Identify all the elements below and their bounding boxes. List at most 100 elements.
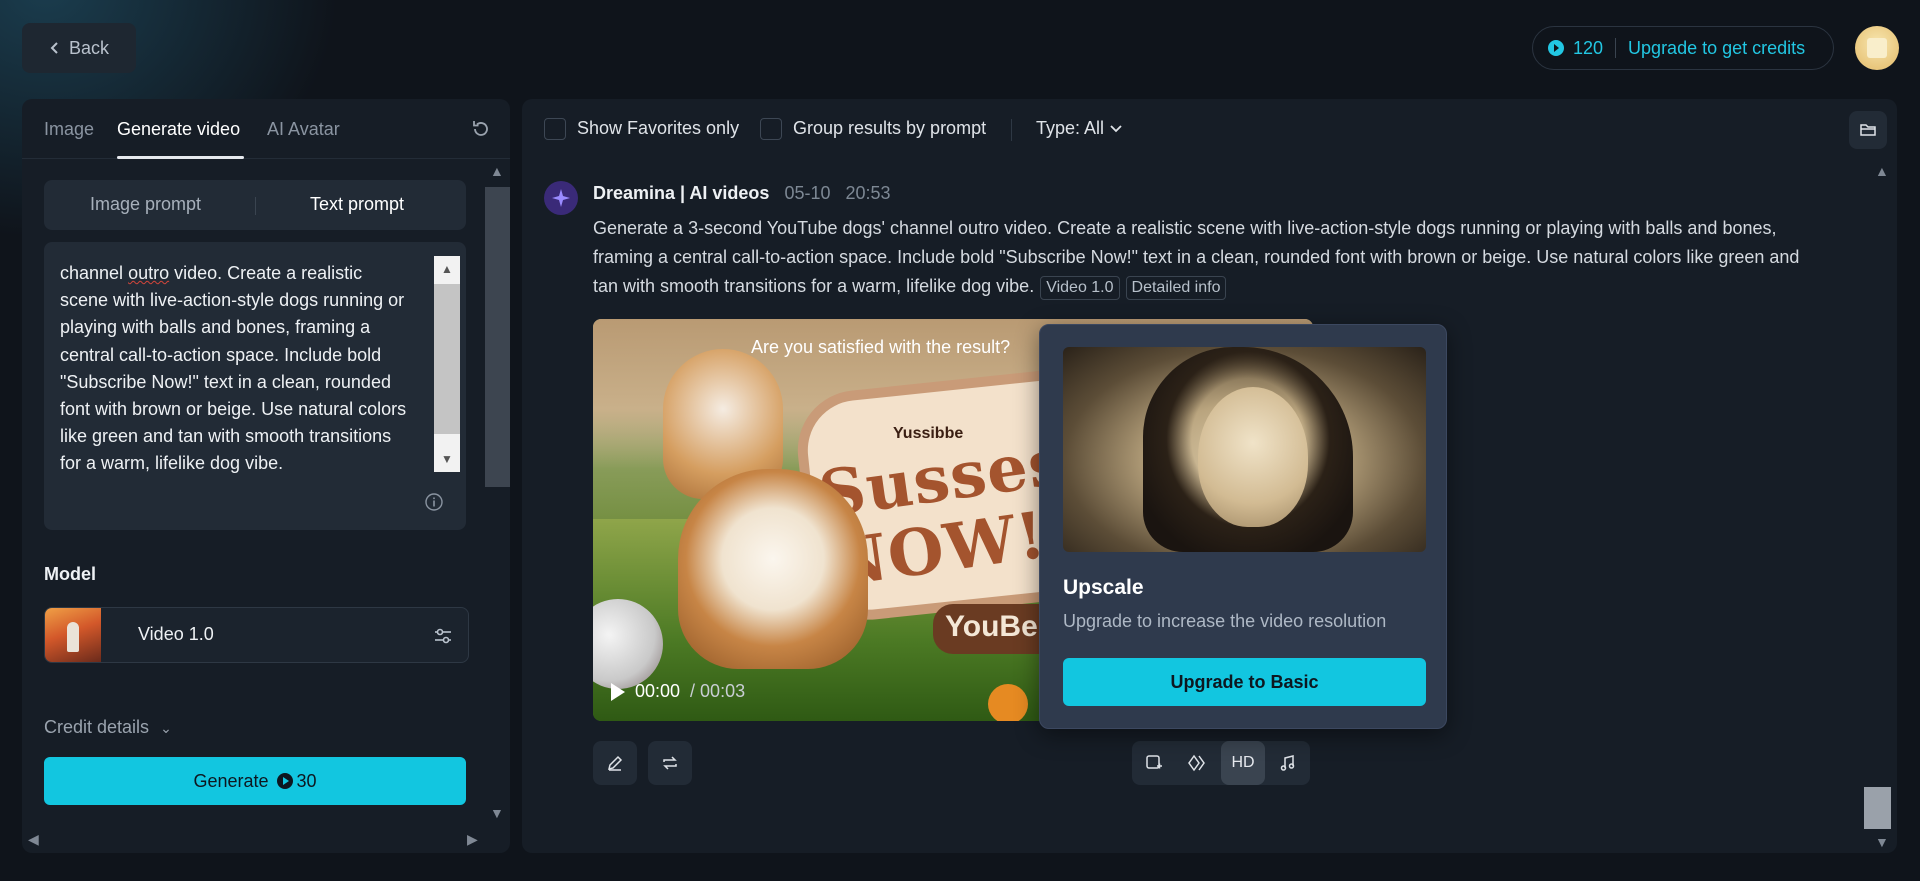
credit-details-label: Credit details (44, 717, 150, 737)
preview-face (1198, 387, 1308, 527)
video-dog-front (678, 469, 868, 669)
image-prompt-option[interactable]: Image prompt (90, 194, 201, 215)
extend-video-button[interactable] (1132, 741, 1176, 785)
upgrade-credits-link[interactable]: Upgrade to get credits (1628, 38, 1805, 59)
credit-count: 120 (1573, 37, 1604, 58)
settings-sliders-icon[interactable] (431, 624, 455, 648)
chevron-down-icon: ⌄ (160, 720, 172, 736)
play-icon[interactable] (611, 682, 625, 701)
left-scroll-right-icon[interactable]: ▶ (467, 831, 478, 848)
prompt-mode-divider (255, 197, 256, 215)
credits-divider (1615, 38, 1617, 58)
filter-divider (1011, 119, 1012, 141)
message-date: 05-10 (784, 183, 831, 203)
results-scroll-down-icon[interactable]: ▼ (1875, 834, 1889, 850)
message-prompt-line: framing a central call-to-action space. … (593, 247, 1800, 267)
model-label: Model (44, 564, 96, 584)
tab-generate-video[interactable]: Generate video (117, 119, 240, 140)
music-note-icon (1280, 755, 1295, 771)
video-duration: / 00:03 (690, 681, 746, 701)
upgrade-basic-button[interactable]: Upgrade to Basic (1063, 658, 1426, 706)
video-controls: 00:00 / 00:03 (611, 681, 745, 702)
prompt-line: video. Create a realistic (169, 263, 363, 283)
folder-button[interactable] (1849, 111, 1887, 149)
prompt-line: "Subscribe Now!" text in a clean, rounde… (60, 371, 391, 392)
chevron-left-icon (50, 42, 58, 54)
prompt-textarea[interactable]: channel outro video. Create a realistic … (44, 242, 466, 530)
video-ball (988, 684, 1028, 721)
satisfaction-prompt: Are you satisfied with the result? (751, 337, 1011, 357)
left-scroll-up-icon[interactable]: ▲ (490, 163, 504, 179)
textarea-scrollbar[interactable]: ▲ ▼ (434, 256, 460, 472)
user-avatar[interactable] (1855, 26, 1899, 70)
message-time: 20:53 (845, 183, 891, 203)
generate-button[interactable]: Generate 30 (44, 757, 466, 805)
upscale-popover: Upscale Upgrade to increase the video re… (1039, 324, 1447, 729)
message-header: Dreamina | AI videos 05-10 20:53 (593, 183, 891, 204)
active-tab-indicator (117, 156, 244, 159)
message-prompt-line: Generate a 3-second YouTube dogs' channe… (593, 218, 1777, 238)
misspelled-word: outro (128, 263, 170, 283)
text-prompt-option[interactable]: Text prompt (310, 194, 404, 215)
info-icon[interactable] (424, 492, 444, 512)
left-panel: Image Generate video AI Avatar ▲ ▼ ◀ ▶ I… (22, 99, 510, 853)
folder-icon (1860, 124, 1876, 136)
prompt-line: playing with balls and bones, framing a (60, 317, 371, 338)
tab-image[interactable]: Image (44, 119, 94, 140)
chevron-down-icon (1110, 124, 1122, 132)
prompt-line: font with brown or beige. Use natural co… (60, 399, 407, 420)
type-dropdown-label: Type: All (1036, 118, 1105, 138)
back-button[interactable]: Back (22, 23, 136, 73)
edit-button[interactable] (593, 741, 637, 785)
hd-upscale-button[interactable]: HD (1221, 741, 1265, 785)
left-scroll-down-icon[interactable]: ▼ (490, 805, 504, 821)
prompt-line: scene with live-action-style dogs runnin… (60, 290, 405, 311)
group-prompt-label: Group results by prompt (793, 118, 987, 138)
credit-coin-icon (1548, 40, 1564, 56)
message-author: Dreamina | AI videos (593, 183, 770, 203)
video-current-time: 00:00 (635, 681, 681, 701)
video-tools: HD (1132, 741, 1310, 785)
avatar-image (1867, 38, 1887, 58)
model-tag[interactable]: Video 1.0 (1040, 276, 1120, 300)
filter-bar: Show Favorites only Group results by pro… (522, 99, 1897, 159)
textarea-scrollbar-thumb[interactable] (434, 284, 460, 434)
repeat-icon (663, 756, 677, 770)
add-sound-button[interactable] (1266, 741, 1310, 785)
back-label: Back (68, 37, 110, 58)
model-name: Video 1.0 (138, 624, 214, 644)
tab-ai-avatar[interactable]: AI Avatar (267, 119, 340, 140)
prompt-line: central call-to-action space. Include bo… (60, 344, 382, 365)
refresh-icon[interactable] (469, 117, 493, 141)
pencil-icon (607, 755, 623, 771)
popover-description: Upgrade to increase the video resolution (1063, 611, 1387, 631)
message-prompt: Generate a 3-second YouTube dogs' channe… (593, 214, 1858, 301)
results-scrollbar-thumb[interactable] (1864, 787, 1891, 829)
favorites-checkbox[interactable] (544, 118, 566, 140)
credits-box: 120 Upgrade to get credits (1532, 26, 1834, 70)
model-selector[interactable]: Video 1.0 (44, 607, 469, 663)
generate-cost: 30 (276, 770, 317, 792)
prompt-mode-toggle: Image prompt Text prompt (44, 180, 466, 230)
type-dropdown[interactable]: Type: All (1036, 118, 1122, 139)
frame-plus-icon (1146, 755, 1162, 769)
credit-details-toggle[interactable]: Credit details ⌄ (44, 717, 172, 738)
left-scroll-left-icon[interactable]: ◀ (28, 831, 39, 848)
group-prompt-checkbox[interactable] (760, 118, 782, 140)
prompt-line: like green and tan with smooth transitio… (60, 426, 392, 447)
mode-tabs: Image Generate video AI Avatar (22, 99, 510, 159)
textarea-scroll-up-icon[interactable]: ▲ (434, 256, 460, 282)
interpolate-button[interactable] (1176, 741, 1220, 785)
textarea-scroll-down-icon[interactable]: ▼ (434, 446, 460, 472)
prompt-line: for a warm, lifelike dog vibe. (60, 453, 284, 474)
left-scrollbar-thumb[interactable] (485, 187, 510, 487)
diamond-icon (1188, 754, 1205, 772)
message-prompt-line: tan with smooth transitions for a warm, … (593, 276, 1035, 296)
prompt-line: channel (60, 263, 129, 283)
regenerate-button[interactable] (648, 741, 692, 785)
credit-coin-icon (276, 773, 293, 789)
prompt-text: channel outro video. Create a realistic … (60, 260, 420, 478)
detailed-info-tag[interactable]: Detailed info (1125, 276, 1227, 300)
generate-cost-value: 30 (296, 770, 317, 791)
results-scroll-up-icon[interactable]: ▲ (1875, 163, 1889, 179)
